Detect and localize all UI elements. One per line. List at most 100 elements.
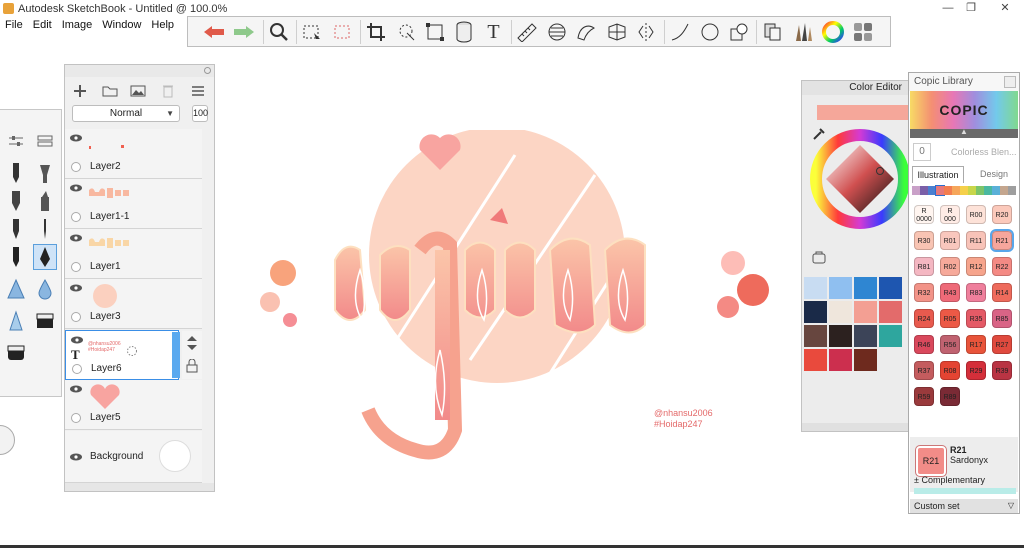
layer-row[interactable]: Layer2 (65, 129, 202, 179)
copic-chip[interactable]: R59 (914, 387, 934, 406)
copic-chip[interactable]: R29 (966, 361, 986, 380)
copic-collapse-bar[interactable]: ▲ (910, 127, 1018, 138)
copic-chip[interactable]: R56 (940, 335, 960, 354)
layer-opacity[interactable]: 100 (192, 105, 208, 122)
delete-layer-icon[interactable] (159, 83, 177, 99)
copic-chip[interactable]: R05 (940, 309, 960, 328)
panel-close-icon[interactable] (1004, 76, 1016, 88)
marker-icon[interactable] (4, 188, 28, 214)
color-swatch[interactable] (829, 301, 852, 323)
magnifier-icon[interactable] (265, 19, 292, 45)
color-swatch[interactable] (829, 349, 852, 371)
layer-select-radio[interactable] (71, 413, 81, 423)
menu-window[interactable]: Window (97, 17, 146, 33)
tab-design[interactable]: Design (974, 166, 1014, 182)
copy-paste-icon[interactable] (759, 19, 786, 45)
hue-family-swatch[interactable] (976, 186, 984, 195)
eye-icon[interactable] (70, 284, 82, 292)
nib-pen-icon[interactable] (33, 244, 57, 270)
color-history-icon[interactable] (812, 251, 826, 265)
triangle-brush-icon[interactable] (4, 276, 28, 302)
layer-scrubber[interactable] (172, 332, 180, 378)
complementary-label[interactable]: ± Complementary (914, 475, 985, 485)
copic-chip[interactable]: R21 (990, 229, 1014, 252)
copic-chip[interactable]: R14 (992, 283, 1012, 302)
custom-set-select[interactable]: Custom set ▽ (910, 499, 1018, 513)
hue-family-swatch[interactable] (944, 186, 952, 195)
complementary-color-bar[interactable] (914, 488, 1016, 494)
color-swatch[interactable] (804, 277, 827, 299)
copic-chip[interactable]: R 0000 (914, 205, 934, 224)
french-curve-icon[interactable] (573, 19, 600, 45)
copic-chip[interactable]: R24 (914, 309, 934, 328)
copic-chip[interactable]: R85 (992, 309, 1012, 328)
color-swatch[interactable] (854, 349, 877, 371)
hue-family-swatch[interactable] (952, 186, 960, 195)
sharpen-icon[interactable] (4, 308, 28, 334)
blur-drop-icon[interactable] (33, 276, 57, 302)
perspective-icon[interactable] (603, 19, 630, 45)
add-group-icon[interactable] (101, 83, 119, 99)
copic-chip[interactable]: R35 (966, 309, 986, 328)
layer-select-radio[interactable] (71, 312, 81, 322)
copic-chip[interactable]: R17 (966, 335, 986, 354)
copic-chip[interactable]: R30 (914, 231, 934, 250)
hue-family-swatch[interactable] (928, 186, 936, 195)
copic-chip[interactable]: R27 (992, 335, 1012, 354)
hue-family-strip[interactable] (912, 185, 1016, 196)
hue-family-swatch[interactable] (960, 186, 968, 195)
copic-chip[interactable]: R32 (914, 283, 934, 302)
brushes-icon[interactable] (789, 19, 816, 45)
undo-icon[interactable] (200, 19, 227, 45)
move-layer-icon[interactable] (186, 336, 198, 350)
cylinder-icon[interactable] (450, 19, 477, 45)
color-swatch[interactable] (879, 277, 902, 299)
layer-select-radio[interactable] (71, 262, 81, 272)
panel-close-icon[interactable] (204, 67, 211, 74)
menu-edit[interactable]: Edit (28, 17, 57, 33)
ink-pen-icon[interactable] (33, 216, 57, 242)
copic-chip[interactable]: R02 (940, 257, 960, 276)
lagoon-handle[interactable] (0, 425, 15, 455)
hue-family-swatch[interactable] (912, 186, 920, 195)
hue-family-swatch[interactable] (992, 186, 1000, 195)
color-swatch[interactable] (879, 325, 902, 347)
layer-select-radio[interactable] (72, 364, 82, 374)
color-swatch[interactable] (829, 277, 852, 299)
color-swatch[interactable] (829, 325, 852, 347)
maximize-button[interactable]: ❐ (956, 1, 986, 15)
transform-icon[interactable] (421, 19, 448, 45)
eye-icon[interactable] (71, 336, 83, 344)
brush-library-icon[interactable] (33, 128, 57, 154)
color-swatch[interactable] (879, 301, 902, 323)
blend-mode-select[interactable]: Normal ▼ (72, 105, 180, 122)
hue-family-swatch[interactable] (984, 186, 992, 195)
chisel-icon[interactable] (33, 188, 57, 214)
airbrush-icon[interactable] (33, 160, 57, 186)
pen-icon[interactable] (4, 216, 28, 242)
eye-icon[interactable] (70, 134, 82, 142)
hue-family-swatch[interactable] (920, 186, 928, 195)
background-color-swatch[interactable] (159, 440, 191, 472)
redo-icon[interactable] (230, 19, 257, 45)
eye-icon[interactable] (70, 184, 82, 192)
symmetry-icon[interactable] (632, 19, 659, 45)
brush-pen-icon[interactable] (4, 244, 28, 270)
copic-chip[interactable]: R 000 (940, 205, 960, 224)
eye-icon[interactable] (70, 385, 82, 393)
colorless-blender[interactable]: 0 Colorless Blen... (913, 143, 1017, 163)
ellipse-guide-icon[interactable] (543, 19, 570, 45)
hue-family-swatch[interactable] (935, 185, 945, 196)
copic-chip[interactable]: R43 (940, 283, 960, 302)
stroke-icon[interactable] (666, 19, 693, 45)
colorless-blender-button[interactable]: 0 (913, 143, 931, 161)
layer-row[interactable]: Layer5 (65, 380, 202, 430)
hue-family-swatch[interactable] (968, 186, 976, 195)
select-rect-icon[interactable] (298, 19, 325, 45)
copic-chip[interactable]: R12 (966, 257, 986, 276)
copic-chip[interactable]: R08 (940, 361, 960, 380)
eye-icon[interactable] (70, 453, 82, 461)
crop-icon[interactable] (362, 19, 389, 45)
menu-file[interactable]: File (0, 17, 28, 33)
color-swatch[interactable] (804, 349, 827, 371)
